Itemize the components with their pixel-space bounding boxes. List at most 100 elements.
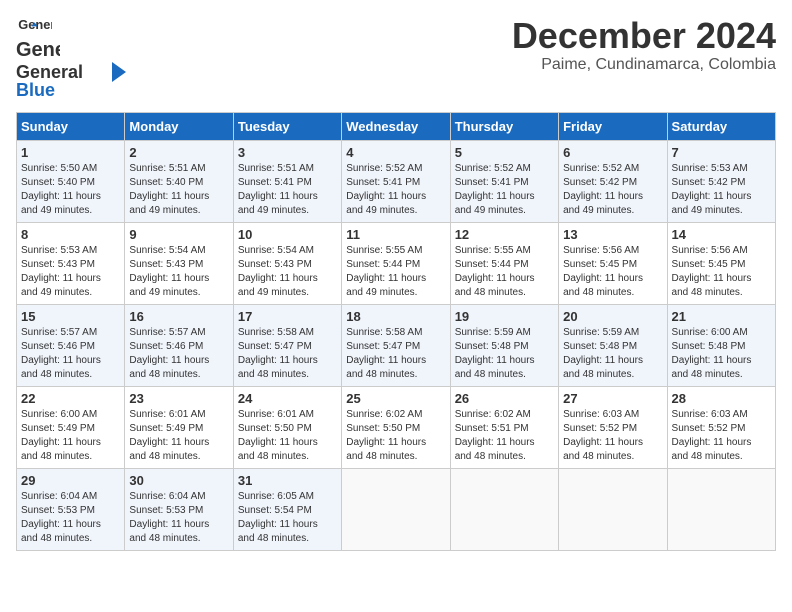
- weekday-header-saturday: Saturday: [667, 113, 775, 141]
- calendar-table: SundayMondayTuesdayWednesdayThursdayFrid…: [16, 112, 776, 551]
- day-info: Sunrise: 6:04 AM Sunset: 5:53 PM Dayligh…: [21, 490, 120, 546]
- weekday-header-thursday: Thursday: [450, 113, 558, 141]
- calendar-cell: 11 Sunrise: 5:55 AM Sunset: 5:44 PM Dayl…: [342, 223, 450, 305]
- calendar-cell: 28 Sunrise: 6:03 AM Sunset: 5:52 PM Dayl…: [667, 387, 775, 469]
- day-number: 15: [21, 309, 120, 324]
- day-info: Sunrise: 6:04 AM Sunset: 5:53 PM Dayligh…: [129, 490, 228, 546]
- calendar-cell: 9 Sunrise: 5:54 AM Sunset: 5:43 PM Dayli…: [125, 223, 233, 305]
- logo: General General General Blue: [16, 16, 126, 100]
- general-blue-icon: General: [16, 16, 52, 36]
- calendar-cell: [342, 469, 450, 551]
- day-info: Sunrise: 5:56 AM Sunset: 5:45 PM Dayligh…: [563, 244, 662, 300]
- day-info: Sunrise: 6:05 AM Sunset: 5:54 PM Dayligh…: [238, 490, 337, 546]
- calendar-cell: 7 Sunrise: 5:53 AM Sunset: 5:42 PM Dayli…: [667, 141, 775, 223]
- calendar-week-5: 29 Sunrise: 6:04 AM Sunset: 5:53 PM Dayl…: [17, 469, 776, 551]
- calendar-cell: 24 Sunrise: 6:01 AM Sunset: 5:50 PM Dayl…: [233, 387, 341, 469]
- calendar-cell: 30 Sunrise: 6:04 AM Sunset: 5:53 PM Dayl…: [125, 469, 233, 551]
- day-number: 28: [672, 391, 771, 406]
- calendar-subtitle: Paime, Cundinamarca, Colombia: [512, 56, 776, 74]
- calendar-cell: [559, 469, 667, 551]
- day-number: 1: [21, 145, 120, 160]
- calendar-cell: 21 Sunrise: 6:00 AM Sunset: 5:48 PM Dayl…: [667, 305, 775, 387]
- logo-full-icon: General Blue: [16, 58, 126, 100]
- calendar-cell: 14 Sunrise: 5:56 AM Sunset: 5:45 PM Dayl…: [667, 223, 775, 305]
- calendar-title: December 2024: [512, 16, 776, 56]
- day-info: Sunrise: 5:54 AM Sunset: 5:43 PM Dayligh…: [129, 244, 228, 300]
- day-info: Sunrise: 5:52 AM Sunset: 5:42 PM Dayligh…: [563, 162, 662, 218]
- weekday-header-friday: Friday: [559, 113, 667, 141]
- calendar-cell: 23 Sunrise: 6:01 AM Sunset: 5:49 PM Dayl…: [125, 387, 233, 469]
- calendar-cell: 4 Sunrise: 5:52 AM Sunset: 5:41 PM Dayli…: [342, 141, 450, 223]
- day-number: 17: [238, 309, 337, 324]
- day-number: 13: [563, 227, 662, 242]
- calendar-cell: 27 Sunrise: 6:03 AM Sunset: 5:52 PM Dayl…: [559, 387, 667, 469]
- day-info: Sunrise: 6:03 AM Sunset: 5:52 PM Dayligh…: [563, 408, 662, 464]
- calendar-week-2: 8 Sunrise: 5:53 AM Sunset: 5:43 PM Dayli…: [17, 223, 776, 305]
- day-number: 25: [346, 391, 445, 406]
- day-number: 23: [129, 391, 228, 406]
- day-info: Sunrise: 5:57 AM Sunset: 5:46 PM Dayligh…: [21, 326, 120, 382]
- day-number: 4: [346, 145, 445, 160]
- calendar-cell: 18 Sunrise: 5:58 AM Sunset: 5:47 PM Dayl…: [342, 305, 450, 387]
- day-number: 9: [129, 227, 228, 242]
- svg-text:General: General: [16, 62, 83, 82]
- day-number: 7: [672, 145, 771, 160]
- calendar-cell: 26 Sunrise: 6:02 AM Sunset: 5:51 PM Dayl…: [450, 387, 558, 469]
- calendar-week-4: 22 Sunrise: 6:00 AM Sunset: 5:49 PM Dayl…: [17, 387, 776, 469]
- calendar-week-1: 1 Sunrise: 5:50 AM Sunset: 5:40 PM Dayli…: [17, 141, 776, 223]
- day-info: Sunrise: 6:00 AM Sunset: 5:48 PM Dayligh…: [672, 326, 771, 382]
- day-info: Sunrise: 5:59 AM Sunset: 5:48 PM Dayligh…: [455, 326, 554, 382]
- day-number: 27: [563, 391, 662, 406]
- weekday-header-sunday: Sunday: [17, 113, 125, 141]
- day-number: 6: [563, 145, 662, 160]
- calendar-cell: 31 Sunrise: 6:05 AM Sunset: 5:54 PM Dayl…: [233, 469, 341, 551]
- day-info: Sunrise: 5:57 AM Sunset: 5:46 PM Dayligh…: [129, 326, 228, 382]
- calendar-cell: 19 Sunrise: 5:59 AM Sunset: 5:48 PM Dayl…: [450, 305, 558, 387]
- day-info: Sunrise: 6:01 AM Sunset: 5:50 PM Dayligh…: [238, 408, 337, 464]
- day-info: Sunrise: 5:56 AM Sunset: 5:45 PM Dayligh…: [672, 244, 771, 300]
- day-info: Sunrise: 5:55 AM Sunset: 5:44 PM Dayligh…: [346, 244, 445, 300]
- day-number: 19: [455, 309, 554, 324]
- day-number: 12: [455, 227, 554, 242]
- calendar-cell: 25 Sunrise: 6:02 AM Sunset: 5:50 PM Dayl…: [342, 387, 450, 469]
- day-number: 22: [21, 391, 120, 406]
- day-number: 16: [129, 309, 228, 324]
- weekday-header-wednesday: Wednesday: [342, 113, 450, 141]
- day-info: Sunrise: 5:51 AM Sunset: 5:41 PM Dayligh…: [238, 162, 337, 218]
- day-info: Sunrise: 6:02 AM Sunset: 5:51 PM Dayligh…: [455, 408, 554, 464]
- day-info: Sunrise: 5:59 AM Sunset: 5:48 PM Dayligh…: [563, 326, 662, 382]
- day-info: Sunrise: 6:00 AM Sunset: 5:49 PM Dayligh…: [21, 408, 120, 464]
- calendar-cell: 29 Sunrise: 6:04 AM Sunset: 5:53 PM Dayl…: [17, 469, 125, 551]
- day-info: Sunrise: 5:58 AM Sunset: 5:47 PM Dayligh…: [346, 326, 445, 382]
- day-number: 18: [346, 309, 445, 324]
- page-header: General General General Blue December 20…: [16, 16, 776, 100]
- day-number: 29: [21, 473, 120, 488]
- day-number: 5: [455, 145, 554, 160]
- day-info: Sunrise: 5:51 AM Sunset: 5:40 PM Dayligh…: [129, 162, 228, 218]
- day-number: 14: [672, 227, 771, 242]
- day-info: Sunrise: 5:50 AM Sunset: 5:40 PM Dayligh…: [21, 162, 120, 218]
- day-number: 30: [129, 473, 228, 488]
- weekday-header-tuesday: Tuesday: [233, 113, 341, 141]
- calendar-cell: 8 Sunrise: 5:53 AM Sunset: 5:43 PM Dayli…: [17, 223, 125, 305]
- calendar-cell: 3 Sunrise: 5:51 AM Sunset: 5:41 PM Dayli…: [233, 141, 341, 223]
- calendar-cell: 5 Sunrise: 5:52 AM Sunset: 5:41 PM Dayli…: [450, 141, 558, 223]
- day-info: Sunrise: 5:54 AM Sunset: 5:43 PM Dayligh…: [238, 244, 337, 300]
- calendar-cell: [667, 469, 775, 551]
- day-info: Sunrise: 5:53 AM Sunset: 5:42 PM Dayligh…: [672, 162, 771, 218]
- day-number: 2: [129, 145, 228, 160]
- day-number: 11: [346, 227, 445, 242]
- calendar-cell: [450, 469, 558, 551]
- day-number: 3: [238, 145, 337, 160]
- day-info: Sunrise: 5:52 AM Sunset: 5:41 PM Dayligh…: [455, 162, 554, 218]
- calendar-cell: 6 Sunrise: 5:52 AM Sunset: 5:42 PM Dayli…: [559, 141, 667, 223]
- day-number: 8: [21, 227, 120, 242]
- day-info: Sunrise: 5:58 AM Sunset: 5:47 PM Dayligh…: [238, 326, 337, 382]
- day-number: 26: [455, 391, 554, 406]
- day-number: 21: [672, 309, 771, 324]
- calendar-cell: 12 Sunrise: 5:55 AM Sunset: 5:44 PM Dayl…: [450, 223, 558, 305]
- day-number: 24: [238, 391, 337, 406]
- calendar-cell: 17 Sunrise: 5:58 AM Sunset: 5:47 PM Dayl…: [233, 305, 341, 387]
- calendar-cell: 10 Sunrise: 5:54 AM Sunset: 5:43 PM Dayl…: [233, 223, 341, 305]
- calendar-cell: 13 Sunrise: 5:56 AM Sunset: 5:45 PM Dayl…: [559, 223, 667, 305]
